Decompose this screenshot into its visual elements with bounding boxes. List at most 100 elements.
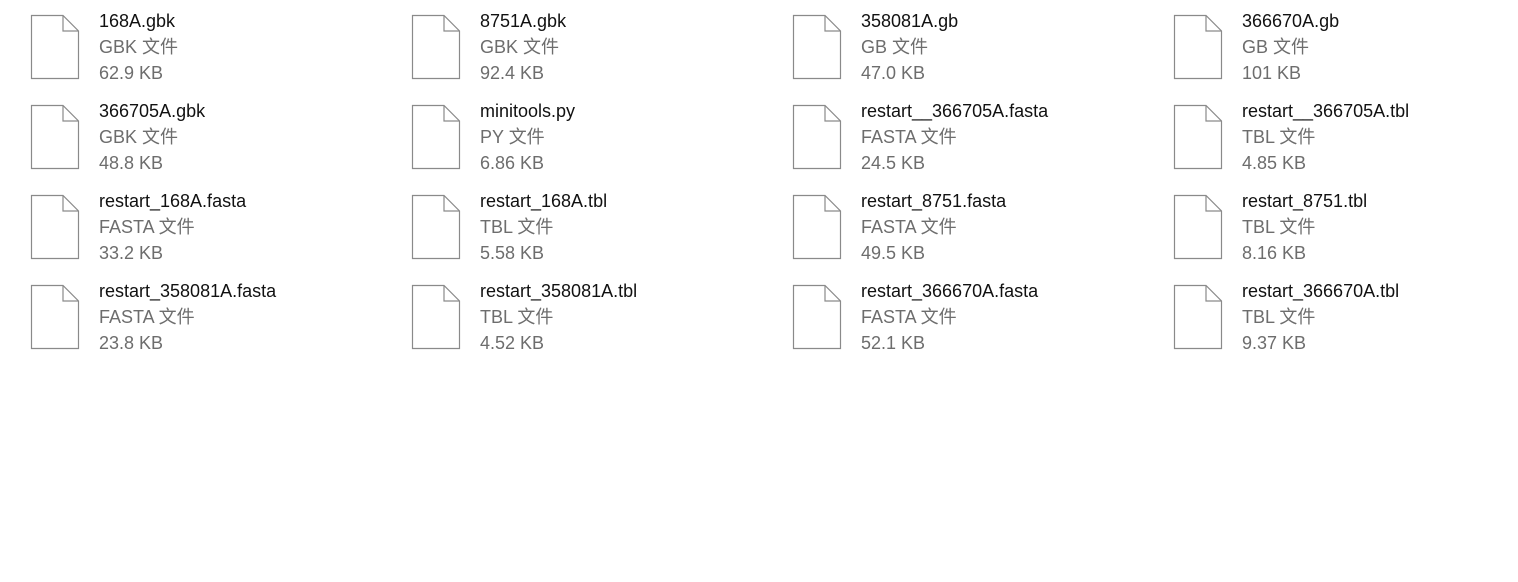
file-size: 6.86 KB xyxy=(480,153,545,173)
file-details: 358081A.gb GB 文件 47.0 KB xyxy=(861,8,958,86)
generic-file-icon-svg xyxy=(30,14,80,80)
file-name[interactable]: 168A.gbk xyxy=(99,8,178,34)
generic-file-icon-svg xyxy=(792,284,842,350)
file-size: 92.4 KB xyxy=(480,63,545,83)
file-details: restart_366670A.tbl TBL 文件 9.37 KB xyxy=(1242,278,1399,356)
file-type: FASTA 文件 xyxy=(99,217,195,237)
generic-file-icon-svg xyxy=(30,104,80,170)
file-item[interactable]: restart_358081A.fasta FASTA 文件 23.8 KB xyxy=(0,270,372,356)
file-details: 366705A.gbk GBK 文件 48.8 KB xyxy=(99,98,205,176)
file-name[interactable]: restart__366705A.tbl xyxy=(1242,98,1409,124)
generic-file-icon-svg xyxy=(1173,14,1223,80)
generic-file-icon[interactable] xyxy=(1173,194,1223,260)
file-details: restart_168A.fasta FASTA 文件 33.2 KB xyxy=(99,188,246,266)
file-name[interactable]: restart_366670A.fasta xyxy=(861,278,1038,304)
generic-file-icon[interactable] xyxy=(30,104,80,170)
file-size: 23.8 KB xyxy=(99,333,164,353)
file-name[interactable]: restart_358081A.tbl xyxy=(480,278,637,304)
file-size: 9.37 KB xyxy=(1242,333,1307,353)
file-type: GB 文件 xyxy=(861,37,929,57)
file-item[interactable]: 358081A.gb GB 文件 47.0 KB xyxy=(762,0,1134,86)
file-details: restart__366705A.fasta FASTA 文件 24.5 KB xyxy=(861,98,1048,176)
generic-file-icon-svg xyxy=(1173,104,1223,170)
generic-file-icon[interactable] xyxy=(411,284,461,350)
file-size: 52.1 KB xyxy=(861,333,926,353)
file-item[interactable]: restart_168A.tbl TBL 文件 5.58 KB xyxy=(381,180,753,266)
file-size: 62.9 KB xyxy=(99,63,164,83)
file-details: minitools.py PY 文件 6.86 KB xyxy=(480,98,575,176)
generic-file-icon-svg xyxy=(30,194,80,260)
file-type: FASTA 文件 xyxy=(99,307,195,327)
generic-file-icon[interactable] xyxy=(411,104,461,170)
generic-file-icon-svg xyxy=(411,284,461,350)
file-size: 101 KB xyxy=(1242,63,1302,83)
generic-file-icon[interactable] xyxy=(1173,104,1223,170)
generic-file-icon-svg xyxy=(30,284,80,350)
generic-file-icon[interactable] xyxy=(1173,14,1223,80)
file-size: 47.0 KB xyxy=(861,63,926,83)
file-name[interactable]: 366670A.gb xyxy=(1242,8,1339,34)
generic-file-icon[interactable] xyxy=(411,14,461,80)
file-name[interactable]: 358081A.gb xyxy=(861,8,958,34)
file-size: 8.16 KB xyxy=(1242,243,1307,263)
generic-file-icon[interactable] xyxy=(30,284,80,350)
file-name[interactable]: restart_168A.fasta xyxy=(99,188,246,214)
generic-file-icon-svg xyxy=(411,194,461,260)
file-name[interactable]: restart_168A.tbl xyxy=(480,188,607,214)
file-details: restart_358081A.tbl TBL 文件 4.52 KB xyxy=(480,278,637,356)
file-name[interactable]: restart__366705A.fasta xyxy=(861,98,1048,124)
file-details: restart_366670A.fasta FASTA 文件 52.1 KB xyxy=(861,278,1038,356)
file-type: TBL 文件 xyxy=(480,217,554,237)
generic-file-icon-svg xyxy=(411,104,461,170)
file-item[interactable]: minitools.py PY 文件 6.86 KB xyxy=(381,90,753,176)
file-details: restart_358081A.fasta FASTA 文件 23.8 KB xyxy=(99,278,276,356)
file-name[interactable]: restart_8751.tbl xyxy=(1242,188,1367,214)
file-item[interactable]: 168A.gbk GBK 文件 62.9 KB xyxy=(0,0,372,86)
file-type: PY 文件 xyxy=(480,127,545,147)
file-item[interactable]: 366670A.gb GB 文件 101 KB xyxy=(1143,0,1515,86)
generic-file-icon[interactable] xyxy=(30,14,80,80)
file-name[interactable]: restart_8751.fasta xyxy=(861,188,1006,214)
file-name[interactable]: minitools.py xyxy=(480,98,575,124)
file-list-tiles-view: 168A.gbk GBK 文件 62.9 KB 8751A.gbk GBK 文件 92.4… xyxy=(0,0,1518,582)
file-name[interactable]: 8751A.gbk xyxy=(480,8,566,34)
file-size: 5.58 KB xyxy=(480,243,545,263)
generic-file-icon[interactable] xyxy=(792,14,842,80)
file-item[interactable]: restart_8751.tbl TBL 文件 8.16 KB xyxy=(1143,180,1515,266)
file-type: TBL 文件 xyxy=(1242,217,1316,237)
file-item[interactable]: restart__366705A.tbl TBL 文件 4.85 KB xyxy=(1143,90,1515,176)
file-item[interactable]: restart_366670A.tbl TBL 文件 9.37 KB xyxy=(1143,270,1515,356)
file-item[interactable]: restart_168A.fasta FASTA 文件 33.2 KB xyxy=(0,180,372,266)
generic-file-icon[interactable] xyxy=(792,194,842,260)
file-item[interactable]: restart__366705A.fasta FASTA 文件 24.5 KB xyxy=(762,90,1134,176)
generic-file-icon[interactable] xyxy=(792,284,842,350)
file-size: 48.8 KB xyxy=(99,153,164,173)
file-type: GBK 文件 xyxy=(99,37,179,57)
file-type: FASTA 文件 xyxy=(861,307,957,327)
file-item[interactable]: restart_366670A.fasta FASTA 文件 52.1 KB xyxy=(762,270,1134,356)
file-item[interactable]: 8751A.gbk GBK 文件 92.4 KB xyxy=(381,0,753,86)
file-type: GBK 文件 xyxy=(480,37,560,57)
file-name[interactable]: 366705A.gbk xyxy=(99,98,205,124)
generic-file-icon[interactable] xyxy=(411,194,461,260)
generic-file-icon-svg xyxy=(1173,284,1223,350)
generic-file-icon-svg xyxy=(792,14,842,80)
file-type: FASTA 文件 xyxy=(861,217,957,237)
file-details: restart_8751.fasta FASTA 文件 49.5 KB xyxy=(861,188,1006,266)
generic-file-icon[interactable] xyxy=(1173,284,1223,350)
generic-file-icon[interactable] xyxy=(792,104,842,170)
file-type: TBL 文件 xyxy=(480,307,554,327)
generic-file-icon[interactable] xyxy=(30,194,80,260)
file-item[interactable]: restart_8751.fasta FASTA 文件 49.5 KB xyxy=(762,180,1134,266)
file-type: TBL 文件 xyxy=(1242,307,1316,327)
file-size: 33.2 KB xyxy=(99,243,164,263)
file-type: GBK 文件 xyxy=(99,127,179,147)
file-name[interactable]: restart_366670A.tbl xyxy=(1242,278,1399,304)
file-item[interactable]: 366705A.gbk GBK 文件 48.8 KB xyxy=(0,90,372,176)
file-size: 4.85 KB xyxy=(1242,153,1307,173)
file-item[interactable]: restart_358081A.tbl TBL 文件 4.52 KB xyxy=(381,270,753,356)
file-details: restart__366705A.tbl TBL 文件 4.85 KB xyxy=(1242,98,1409,176)
generic-file-icon-svg xyxy=(792,194,842,260)
file-name[interactable]: restart_358081A.fasta xyxy=(99,278,276,304)
file-details: 366670A.gb GB 文件 101 KB xyxy=(1242,8,1339,86)
